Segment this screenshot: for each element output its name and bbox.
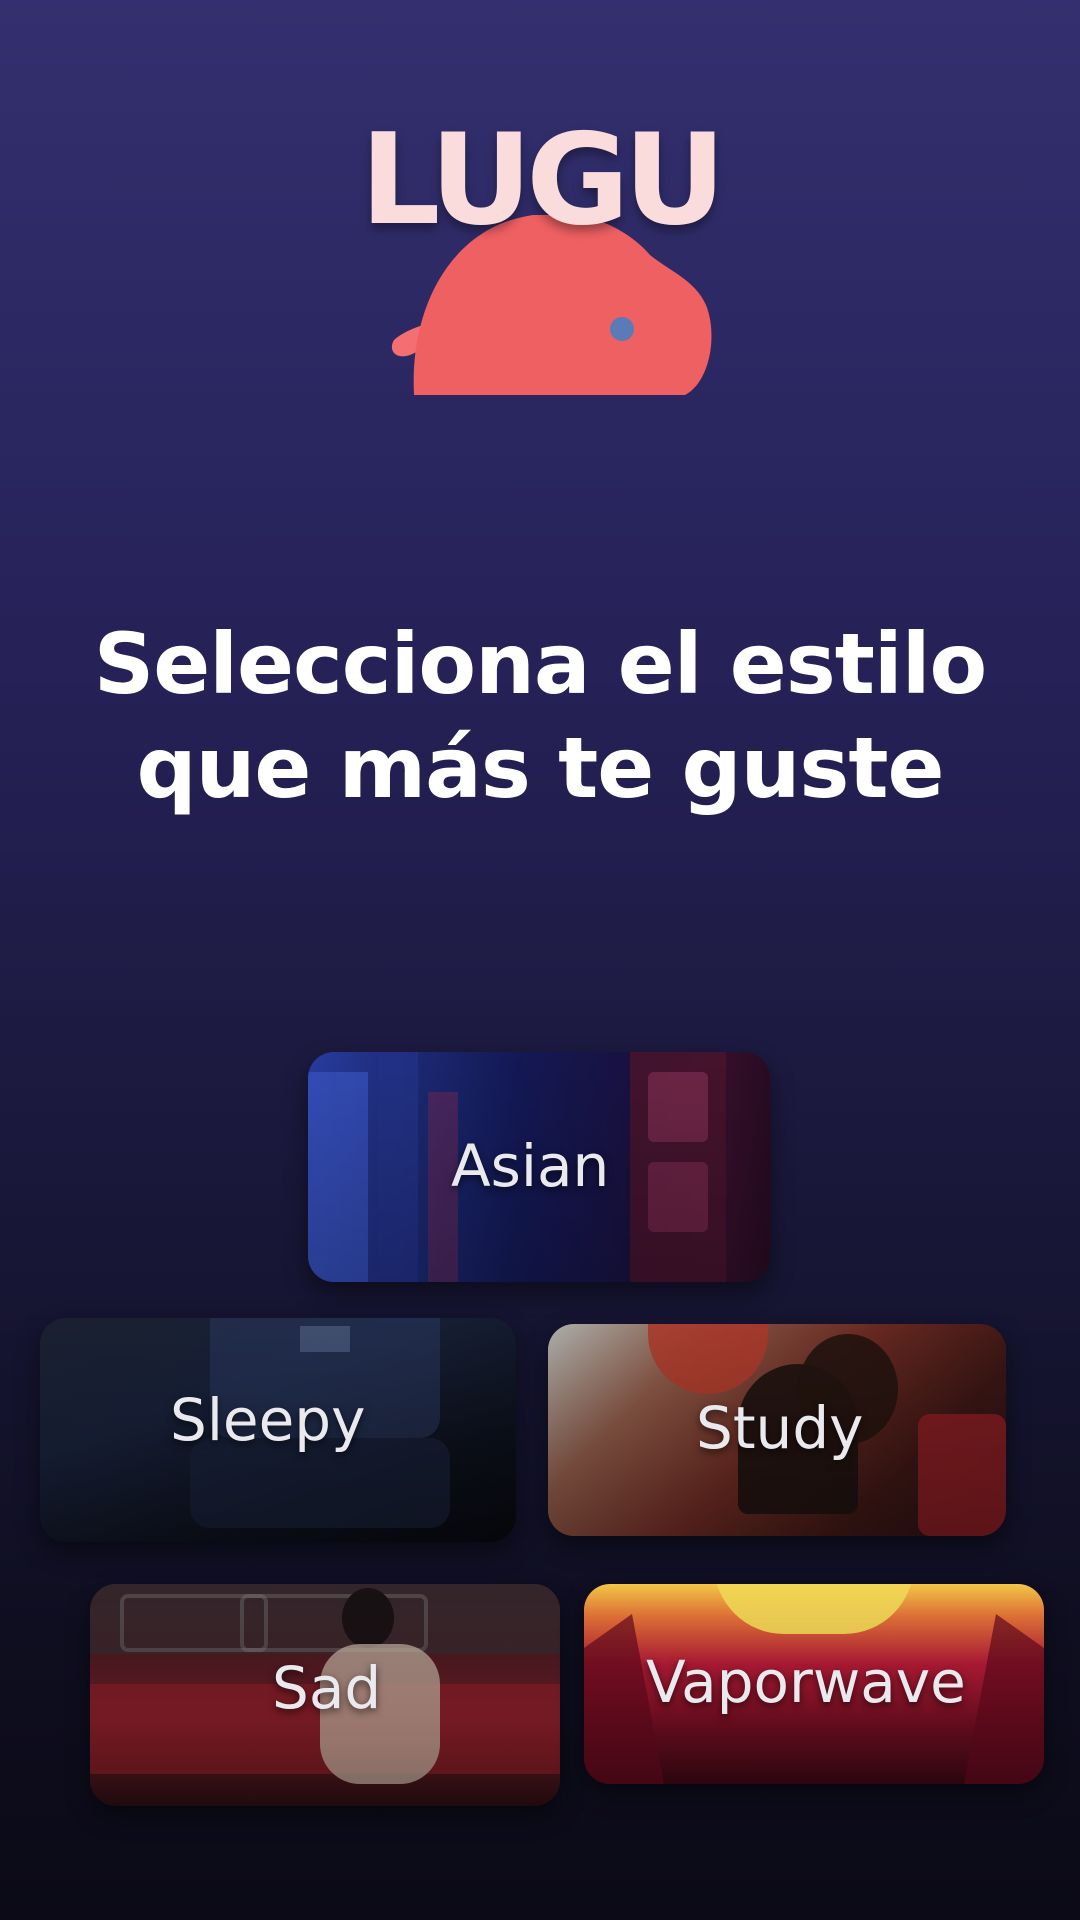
page-title-line-2: que más te guste	[136, 719, 944, 817]
style-card-vaporwave[interactable]: Vaporwave	[584, 1584, 1044, 1784]
style-card-label-asian: Asian	[451, 1132, 610, 1200]
page-title-line-1: Selecciona el estilo	[93, 615, 987, 713]
style-card-asian[interactable]: Asian	[308, 1052, 770, 1282]
logo-text: LUGU	[360, 106, 726, 253]
style-card-label-sad: Sad	[272, 1654, 382, 1722]
page-title: Selecciona el estilo que más te guste	[40, 612, 1040, 820]
style-card-label-vaporwave: Vaporwave	[646, 1648, 966, 1716]
style-card-sad[interactable]: Sad	[90, 1584, 560, 1806]
lugu-logo: LUGU	[350, 115, 730, 395]
style-card-label-sleepy: Sleepy	[170, 1386, 366, 1454]
style-card-label-study: Study	[696, 1394, 864, 1462]
style-card-study[interactable]: Study	[548, 1324, 1006, 1536]
style-card-sleepy[interactable]: Sleepy	[40, 1318, 516, 1542]
